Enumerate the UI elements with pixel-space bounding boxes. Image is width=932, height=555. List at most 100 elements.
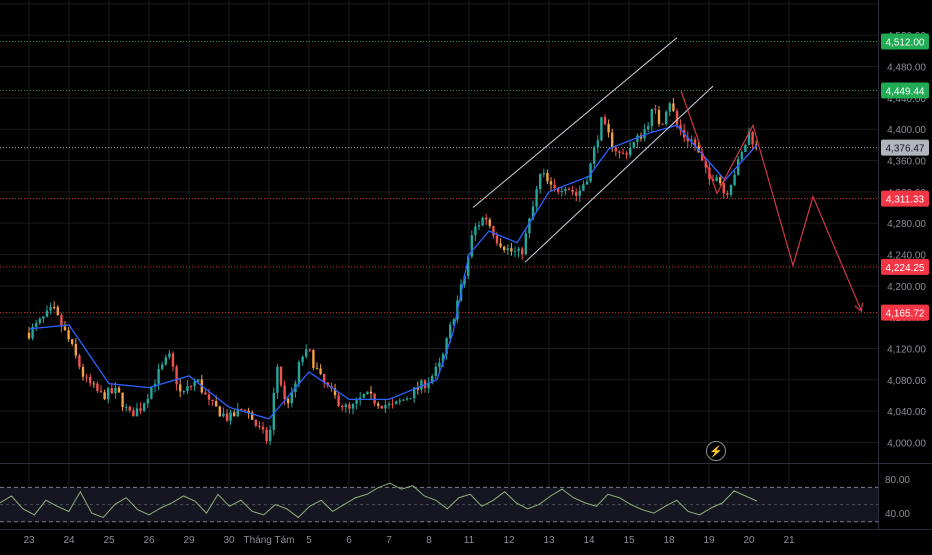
candle-body xyxy=(337,395,340,406)
candle-body xyxy=(308,349,311,351)
candle-body xyxy=(168,353,171,358)
candle-body xyxy=(629,147,632,155)
candle-body xyxy=(621,152,625,154)
candle-body xyxy=(114,387,117,394)
price-chart[interactable]: 4,000.004,040.004,080.004,120.004,160.00… xyxy=(0,0,932,550)
candle-body xyxy=(585,181,589,185)
candle-body xyxy=(553,184,556,189)
candle-body xyxy=(35,322,38,327)
x-tick-label: 11 xyxy=(464,535,475,546)
candle-body xyxy=(276,366,279,393)
candle-body xyxy=(719,177,722,184)
candle-body xyxy=(474,226,477,236)
candle-body xyxy=(387,403,391,406)
candle-body xyxy=(355,400,358,404)
candle-body xyxy=(157,369,160,384)
candle-body xyxy=(71,339,74,344)
candle-body xyxy=(67,330,70,340)
x-tick-label: 18 xyxy=(663,535,675,546)
candle-body xyxy=(477,225,481,227)
candle-body xyxy=(269,429,272,441)
y-tick-label: 4,080.00 xyxy=(887,376,926,387)
candle-body xyxy=(243,409,247,411)
candle-body xyxy=(614,147,617,152)
y-tick-label: 4,040.00 xyxy=(887,407,926,418)
x-tick-label: 19 xyxy=(703,535,715,546)
candle-body xyxy=(315,367,319,369)
candle-body xyxy=(92,383,95,385)
candle-body xyxy=(189,386,193,388)
candle-body xyxy=(391,403,394,405)
candle-body xyxy=(729,185,733,195)
candle-body xyxy=(481,217,484,226)
candle-body xyxy=(143,403,146,411)
y-tick-label: 4,480.00 xyxy=(887,63,926,74)
candle-body xyxy=(117,387,121,393)
candle-body xyxy=(657,110,661,124)
candle-body xyxy=(78,355,81,368)
candle-body xyxy=(222,413,225,417)
candle-body xyxy=(186,386,189,392)
x-tick-label: 15 xyxy=(623,535,635,546)
candle-body xyxy=(344,404,347,408)
candle-body xyxy=(254,419,257,426)
price-level-label: 4,165.72 xyxy=(886,309,925,320)
candle-body xyxy=(398,400,401,402)
candle-body xyxy=(279,366,283,386)
candle-body xyxy=(506,248,509,251)
candle-body xyxy=(103,392,106,400)
x-tick-label: 5 xyxy=(306,535,312,546)
candle-body xyxy=(211,399,214,402)
candle-body xyxy=(607,123,610,133)
candle-body xyxy=(513,251,517,253)
x-tick-label: 13 xyxy=(543,535,555,546)
candle-body xyxy=(647,126,650,130)
candle-body xyxy=(60,315,63,327)
x-tick-label: 23 xyxy=(23,535,35,546)
candle-body xyxy=(197,379,200,382)
candle-body xyxy=(233,412,236,417)
candle-body xyxy=(751,131,754,145)
candle-body xyxy=(567,188,571,190)
y-tick-label: 4,200.00 xyxy=(887,282,926,293)
candle-body xyxy=(560,191,563,193)
candle-body xyxy=(179,384,182,392)
candle-body xyxy=(495,235,499,244)
candle-body xyxy=(85,376,88,378)
chart-container[interactable]: 4,000.004,040.004,080.004,120.004,160.00… xyxy=(0,0,932,550)
x-tick-label: 30 xyxy=(223,535,235,546)
candle-body xyxy=(542,173,545,175)
candle-body xyxy=(405,398,409,400)
chart-background xyxy=(0,0,932,550)
candle-body xyxy=(215,401,218,407)
oscillator-tick-label: 80.00 xyxy=(885,475,910,486)
candle-body xyxy=(182,391,185,393)
candle-body xyxy=(135,408,139,417)
candle-body xyxy=(49,307,52,311)
x-tick-label: 6 xyxy=(346,535,352,546)
candle-body xyxy=(438,362,441,367)
y-tick-label: 4,120.00 xyxy=(887,344,926,355)
lightning-icon[interactable]: ⚡ xyxy=(706,441,726,461)
candle-body xyxy=(110,388,113,394)
candle-body xyxy=(74,343,77,356)
candle-body xyxy=(661,123,664,125)
candle-body xyxy=(312,350,315,368)
candle-body xyxy=(261,426,265,430)
candle-body xyxy=(740,152,743,160)
x-tick-label: Tháng Tám xyxy=(244,535,295,546)
oscillator-tick-label: 40.00 xyxy=(885,509,910,520)
candle-body xyxy=(434,366,437,377)
candle-body xyxy=(535,189,538,207)
candle-body xyxy=(575,192,578,196)
candle-body xyxy=(632,142,635,148)
candle-body xyxy=(420,380,423,390)
candle-body xyxy=(539,173,542,190)
x-tick-label: 21 xyxy=(783,535,795,546)
candle-body xyxy=(132,410,135,417)
candle-body xyxy=(283,385,286,400)
candle-body xyxy=(675,110,679,125)
x-tick-label: 7 xyxy=(386,535,392,546)
y-tick-label: 4,280.00 xyxy=(887,219,926,230)
candle-body xyxy=(42,316,45,319)
